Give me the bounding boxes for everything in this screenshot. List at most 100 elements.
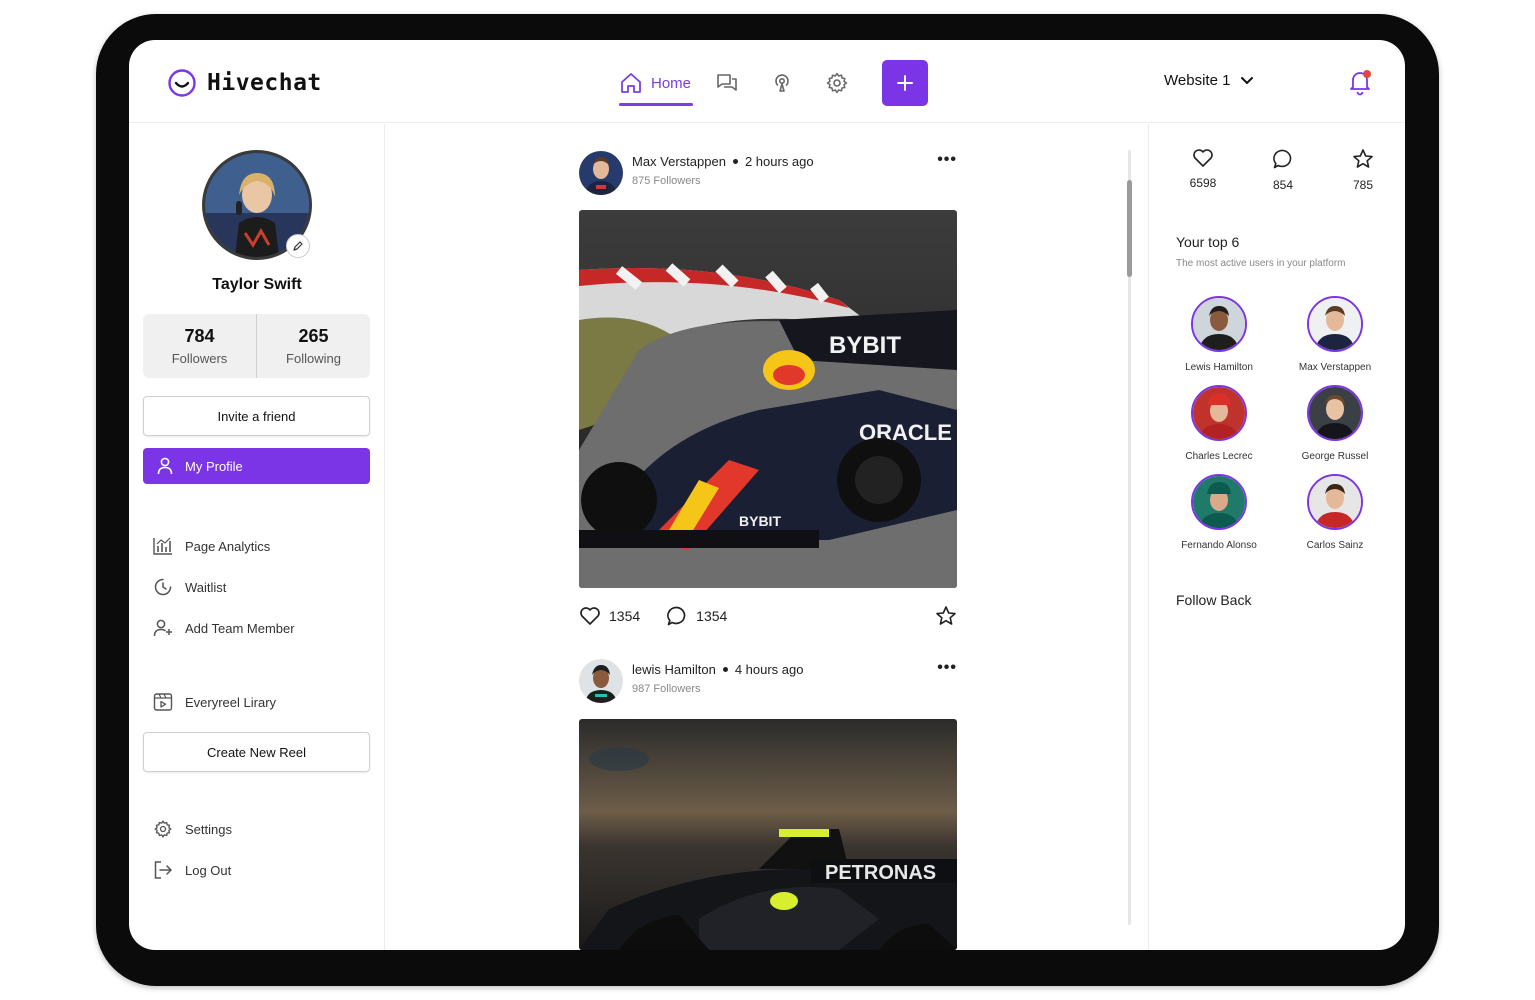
sidebar-item-label: Page Analytics — [185, 538, 271, 554]
sidebar-item-settings[interactable]: Settings — [153, 817, 232, 841]
star-icon — [1353, 149, 1373, 168]
app-screen: Hivechat Home Website 1 Taylor Swift 784… — [129, 40, 1405, 950]
sidebar-item-label: Log Out — [185, 862, 232, 878]
post-time: 4 hours ago — [734, 662, 804, 677]
sidebar-item-page-analytics[interactable]: Page Analytics — [153, 534, 270, 558]
clock-icon — [154, 578, 172, 596]
engagement-stats: 6598 854 785 — [1173, 148, 1393, 192]
feed-scrollbar-thumb[interactable] — [1127, 180, 1132, 277]
notification-bell-icon[interactable] — [1347, 68, 1373, 96]
invite-friend-button[interactable]: Invite a friend — [143, 396, 370, 436]
stars-total: 785 — [1352, 178, 1374, 192]
sidebar-item-log-out[interactable]: Log Out — [153, 858, 231, 882]
comment-icon[interactable] — [666, 605, 688, 627]
avatar — [1307, 385, 1363, 441]
following-label: Following — [286, 351, 341, 366]
heart-icon — [1193, 149, 1213, 167]
sidebar-item-waitlist[interactable]: Waitlist — [153, 575, 226, 599]
sidebar-item-everyreel-library[interactable]: Everyreel Lirary — [153, 690, 276, 714]
post-header: Max Verstappen 2 hours ago 875 Followers… — [579, 151, 957, 195]
heart-icon[interactable] — [579, 606, 601, 626]
post-actions: 1354 1354 — [579, 605, 957, 627]
create-post-button[interactable] — [882, 60, 929, 106]
likes-total: 6598 — [1189, 176, 1217, 190]
follow-back-heading[interactable]: Follow Back — [1176, 592, 1251, 608]
nav-settings[interactable] — [823, 69, 851, 97]
top-user-card[interactable]: Max Verstappen — [1277, 296, 1393, 373]
brand-name: Hivechat — [207, 70, 322, 96]
followers-count: 784 — [184, 326, 215, 346]
star-icon[interactable] — [935, 605, 957, 627]
post-author-followers: 875 Followers — [632, 175, 701, 187]
followers-label: Followers — [171, 351, 228, 366]
sidebar-item-label: Settings — [185, 821, 232, 837]
avatar — [1191, 385, 1247, 441]
create-new-reel-button[interactable]: Create New Reel — [143, 732, 370, 772]
followers-stat[interactable]: 784 Followers — [143, 314, 256, 378]
svg-text:BYBIT: BYBIT — [739, 513, 781, 529]
right-panel: 6598 854 785 Your top 6 The most active … — [1149, 124, 1405, 950]
comments-total: 854 — [1272, 178, 1294, 192]
race-car-photo: BYBIT ORACLE BYBIT — [579, 210, 957, 588]
top-user-card[interactable]: Lewis Hamilton — [1161, 296, 1277, 373]
edit-avatar-button[interactable] — [286, 234, 310, 258]
avatar — [1191, 474, 1247, 530]
top-user-card[interactable]: Carlos Sainz — [1277, 474, 1393, 551]
feed: Max Verstappen 2 hours ago 875 Followers… — [385, 124, 1149, 950]
stars-stat[interactable]: 785 — [1333, 148, 1393, 192]
avatar[interactable] — [579, 151, 623, 195]
sidebar-item-add-team-member[interactable]: Add Team Member — [153, 616, 295, 640]
user-icon — [157, 457, 173, 475]
avatar[interactable] — [579, 659, 623, 703]
svg-text:BYBIT: BYBIT — [829, 332, 901, 359]
analytics-icon — [153, 537, 172, 555]
nav-home-label: Home — [651, 74, 692, 92]
post-author[interactable]: lewis Hamilton — [632, 662, 716, 677]
website-selector[interactable]: Website 1 — [1164, 72, 1254, 89]
top-user-name: Carlos Sainz — [1306, 540, 1364, 551]
top-user-name: George Russel — [1301, 451, 1369, 462]
top-bar: Hivechat Home Website 1 — [129, 40, 1405, 123]
plus-icon — [897, 75, 914, 91]
post-author[interactable]: Max Verstappen — [632, 154, 726, 169]
profile-avatar[interactable] — [202, 150, 312, 260]
top-user-name: Lewis Hamilton — [1185, 362, 1253, 373]
post-author-followers: 987 Followers — [632, 683, 701, 695]
following-stat[interactable]: 265 Following — [256, 314, 370, 378]
avatar — [1307, 474, 1363, 530]
top-user-card[interactable]: Fernando Alonso — [1161, 474, 1277, 551]
top-user-name: Charles Lecrec — [1185, 451, 1253, 462]
nav-home-tab[interactable]: Home — [617, 60, 694, 106]
profile-name: Taylor Swift — [212, 276, 302, 293]
chevron-down-icon — [1241, 76, 1254, 84]
likes-stat[interactable]: 6598 — [1173, 148, 1233, 192]
logout-icon — [154, 861, 172, 879]
like-count: 1354 — [609, 608, 641, 624]
following-count: 265 — [298, 326, 329, 346]
more-options-icon[interactable]: ••• — [937, 659, 957, 677]
gear-icon — [154, 820, 172, 838]
top-user-card[interactable]: George Russel — [1277, 385, 1393, 462]
top-user-card[interactable]: Charles Lecrec — [1161, 385, 1277, 462]
top-user-name: Fernando Alonso — [1181, 540, 1257, 551]
sidebar-item-label: Everyreel Lirary — [185, 694, 277, 710]
avatar — [1191, 296, 1247, 352]
pencil-icon — [293, 241, 303, 251]
nav-broadcast[interactable] — [768, 69, 796, 97]
nav-messages[interactable] — [713, 69, 741, 97]
user-plus-icon — [153, 619, 172, 637]
comments-stat[interactable]: 854 — [1253, 148, 1313, 192]
post-header: lewis Hamilton 4 hours ago 987 Followers… — [579, 659, 957, 703]
broadcast-icon — [775, 74, 789, 92]
chat-icon — [717, 74, 737, 91]
home-icon — [621, 73, 641, 93]
more-options-icon[interactable]: ••• — [937, 151, 957, 169]
post-time: 2 hours ago — [744, 154, 814, 169]
post-image[interactable]: PETRONAS — [579, 719, 957, 950]
post-image[interactable]: BYBIT ORACLE BYBIT — [579, 210, 957, 588]
website-selector-label: Website 1 — [1164, 72, 1231, 89]
brand[interactable]: Hivechat — [167, 68, 322, 98]
top-user-name: Max Verstappen — [1298, 362, 1372, 373]
follow-stats: 784 Followers 265 Following — [143, 314, 370, 378]
sidebar-item-my-profile[interactable]: My Profile — [143, 448, 370, 484]
